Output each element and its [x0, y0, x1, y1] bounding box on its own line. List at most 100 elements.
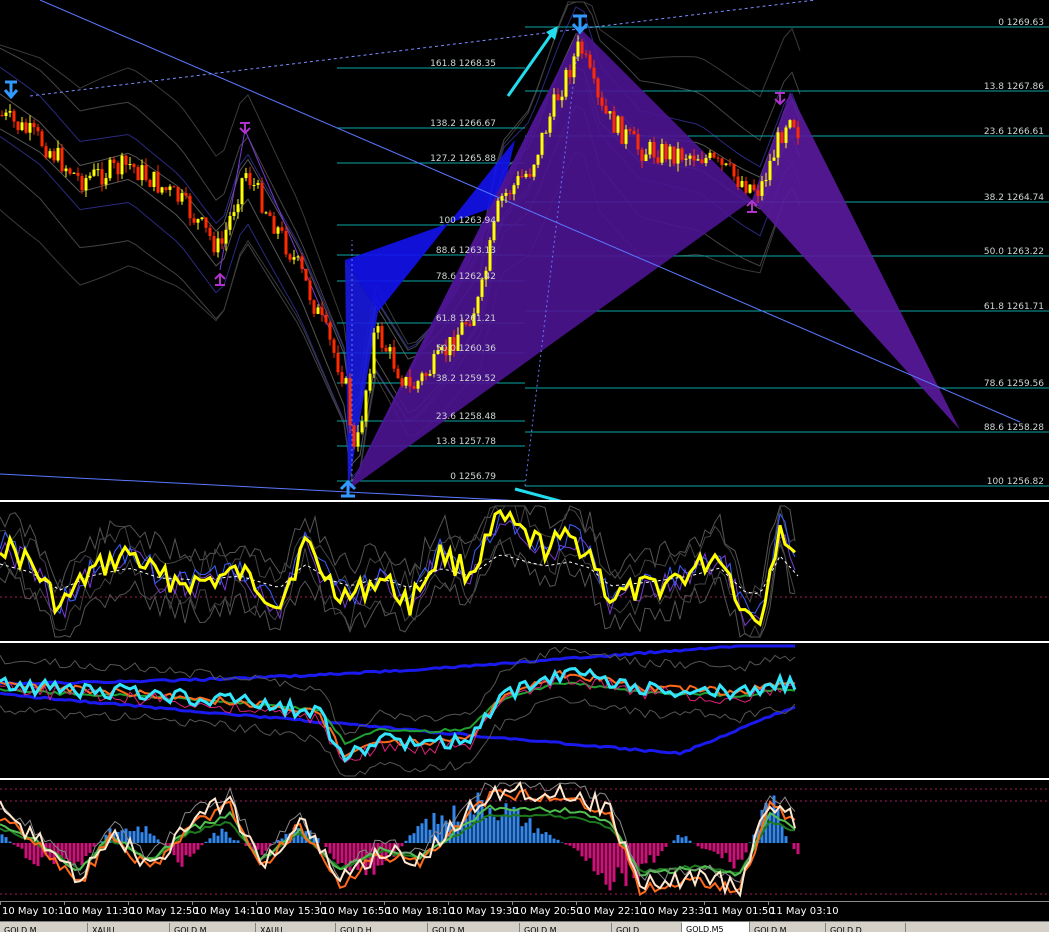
candle-body	[305, 269, 308, 281]
candle-body	[161, 187, 164, 192]
histogram-bar	[533, 833, 536, 843]
histogram-bar	[337, 843, 340, 864]
candle-body	[185, 193, 188, 196]
candle-body	[681, 149, 684, 160]
histogram-bar	[685, 836, 688, 843]
time-axis-label: 10 May 14:10	[194, 906, 263, 917]
candle-body	[549, 117, 552, 133]
right-fib-label: 78.6 1259.56	[984, 379, 1044, 389]
time-axis-tick	[576, 902, 577, 905]
candle-body	[293, 257, 296, 260]
candle-body	[325, 315, 328, 322]
histogram-bar	[225, 832, 228, 843]
time-axis-tick	[256, 902, 257, 905]
histogram-bar	[785, 836, 788, 843]
right-fib-label: 100 1256.82	[987, 477, 1044, 487]
histogram-bar	[421, 823, 424, 843]
oscillator-line	[0, 693, 795, 754]
pane-separator[interactable]	[0, 500, 1049, 502]
histogram-bar	[1, 834, 4, 843]
left-fib-label: 13.8 1257.78	[436, 437, 496, 447]
candle-body	[729, 164, 732, 165]
histogram-bar	[617, 843, 620, 867]
histogram-bar	[701, 843, 704, 849]
histogram-bar	[401, 843, 404, 846]
histogram-bar	[713, 843, 716, 852]
histogram-bar	[89, 843, 92, 853]
candle-body	[145, 165, 148, 180]
candle-body	[601, 98, 604, 106]
candle-body	[221, 238, 224, 243]
candle-body	[649, 142, 652, 155]
right-fib-label: 50.0 1263.22	[984, 247, 1044, 257]
histogram-bar	[605, 843, 608, 885]
candle-body	[677, 149, 680, 164]
arrow-down-icon	[240, 123, 250, 133]
candle-body	[25, 122, 28, 132]
candle-body	[625, 129, 628, 144]
candle-body	[105, 178, 108, 185]
candle-body	[21, 122, 24, 130]
price-chart-pane[interactable]: 161.8 1268.35138.2 1266.67127.2 1265.881…	[0, 0, 1049, 500]
histogram-bar	[673, 840, 676, 843]
candle-body	[141, 165, 144, 180]
histogram-bar	[425, 819, 428, 843]
candle-body	[409, 377, 412, 386]
candle-body	[413, 386, 416, 388]
candle-body	[561, 97, 564, 101]
histogram-bar	[593, 843, 596, 871]
histogram-bar	[681, 837, 684, 843]
histogram-bar	[557, 840, 560, 843]
candle-body	[281, 227, 284, 231]
histogram-bar	[145, 826, 148, 843]
cyan-arrow-down	[515, 489, 590, 500]
candle-body	[173, 187, 176, 188]
candle-body	[193, 218, 196, 223]
candle-body	[77, 173, 80, 176]
candle-body	[169, 187, 172, 190]
candle-body	[533, 165, 536, 177]
oscillator-pane-1[interactable]	[0, 503, 1049, 641]
time-axis-label: 10 May 15:30	[258, 906, 327, 917]
histogram-bar	[577, 843, 580, 851]
candle-body	[245, 173, 248, 178]
arrow-down-icon	[5, 82, 17, 97]
candle-body	[277, 227, 280, 233]
time-axis-tick	[448, 902, 449, 905]
time-axis-label: 10 May 23:30	[642, 906, 711, 917]
candle-body	[537, 155, 540, 165]
candle-body	[665, 144, 668, 159]
candle-body	[377, 326, 380, 332]
histogram-bar	[237, 840, 240, 843]
pane-separator[interactable]	[0, 641, 1049, 643]
histogram-bar	[193, 843, 196, 854]
candle-body	[629, 129, 632, 130]
left-fib-label: 127.2 1265.88	[430, 154, 496, 164]
candle-body	[153, 172, 156, 187]
pane-separator[interactable]	[0, 778, 1049, 780]
candle-body	[89, 176, 92, 178]
price-chart-canvas[interactable]: 161.8 1268.35138.2 1266.67127.2 1265.881…	[0, 0, 1049, 500]
time-axis[interactable]: 10 May 10:1010 May 11:3010 May 12:5010 M…	[0, 901, 1049, 922]
candle-body	[33, 123, 36, 127]
candle-body	[797, 127, 800, 138]
time-axis-tick	[768, 902, 769, 905]
candle-body	[745, 181, 748, 193]
candle-body	[661, 144, 664, 163]
oscillator-pane-3[interactable]	[0, 781, 1049, 901]
candle-body	[61, 148, 64, 171]
histogram-bar	[561, 843, 564, 844]
candle-body	[521, 176, 524, 177]
candle-body	[781, 132, 784, 143]
candle-body	[97, 169, 100, 170]
candle-body	[125, 156, 128, 165]
trend-line-bottom[interactable]	[0, 474, 600, 500]
candle-body	[517, 176, 520, 185]
candle-body	[433, 354, 436, 374]
oscillator-pane-2[interactable]	[0, 644, 1049, 778]
trend-line-top[interactable]	[30, 0, 815, 96]
time-axis-label: 10 May 12:50	[130, 906, 199, 917]
candle-body	[589, 55, 592, 68]
candle-body	[725, 164, 728, 165]
histogram-bar	[541, 834, 544, 843]
